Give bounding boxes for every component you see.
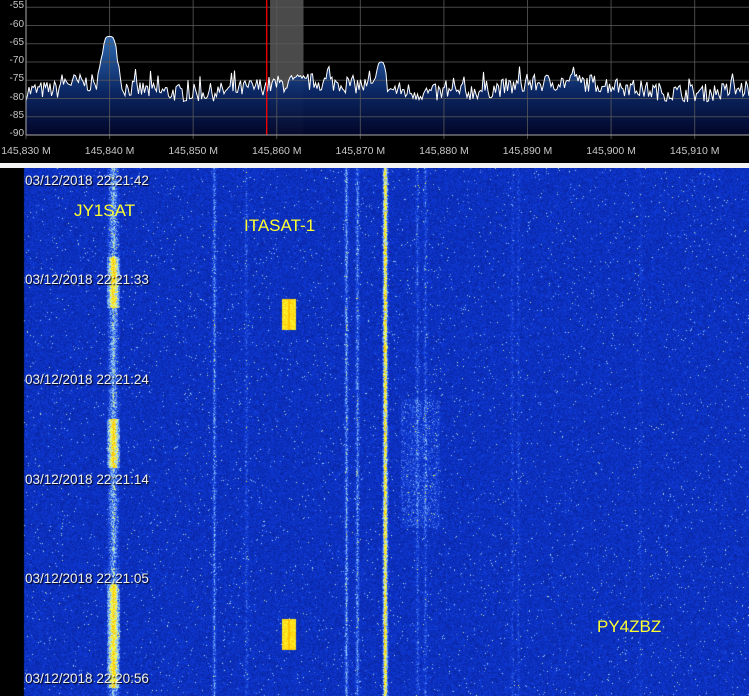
timestamp-label: 03/12/2018 22:21:14 bbox=[25, 472, 149, 487]
frequency-tick-label: 145,850 M bbox=[168, 145, 218, 157]
db-tick-label: -65 bbox=[9, 36, 24, 48]
frequency-tick-label: 145,840 M bbox=[84, 145, 135, 157]
signal-label-jy1sat: JY1SAT bbox=[74, 201, 136, 220]
db-tick-label: -60 bbox=[9, 18, 24, 30]
frequency-tick-label: 145,860 M bbox=[251, 145, 302, 157]
frequency-tick-label: 145,910 M bbox=[669, 145, 720, 157]
frequency-tick-label: 145,830 M bbox=[1, 145, 51, 157]
timestamp-label: 03/12/2018 22:20:56 bbox=[25, 671, 149, 686]
timestamp-label: 03/12/2018 22:21:42 bbox=[25, 173, 149, 188]
db-tick-label: -90 bbox=[9, 128, 24, 139]
timestamp-label: 03/12/2018 22:21:05 bbox=[25, 571, 149, 586]
signal-label-py4zbz: PY4ZBZ bbox=[597, 617, 662, 636]
frequency-tick-label: 145,880 M bbox=[419, 145, 469, 157]
signal-label-itasat-1: ITASAT-1 bbox=[244, 216, 316, 235]
frequency-tick-label: 145,870 M bbox=[335, 145, 386, 157]
spectrum-panel[interactable]: -55 -60 -65 -70 -75 -80 -85 -90 145,830 M 145,84… bbox=[0, 0, 749, 163]
waterfall-panel[interactable]: 03/12/2018 22:21:42 03/12/2018 22:21:33 … bbox=[0, 168, 749, 696]
db-tick-label: -80 bbox=[9, 91, 24, 103]
spectrum-plot[interactable] bbox=[0, 0, 749, 163]
frequency-tick-label: 145,890 M bbox=[502, 145, 553, 157]
db-tick-label: -70 bbox=[9, 55, 24, 67]
timestamp-label: 03/12/2018 22:21:24 bbox=[25, 372, 149, 387]
timestamp-label: 03/12/2018 22:21:33 bbox=[25, 272, 149, 287]
db-tick-label: -55 bbox=[9, 0, 24, 12]
db-tick-label: -75 bbox=[9, 73, 24, 85]
db-tick-label: -85 bbox=[9, 109, 24, 121]
frequency-tick-label: 145,900 M bbox=[586, 145, 636, 157]
